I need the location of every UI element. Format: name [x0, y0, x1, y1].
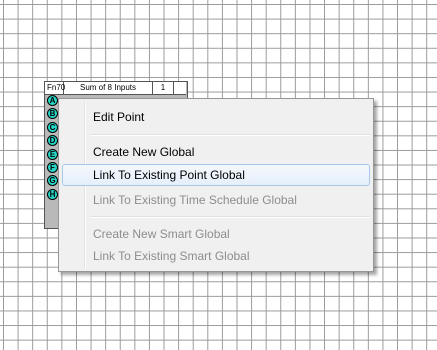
function-block-id: Fn70 — [47, 82, 66, 94]
context-menu: Edit Point Create New Global Link To Exi… — [58, 98, 374, 272]
menu-item-create-new-smart-global[interactable]: Create New Smart Global — [62, 223, 370, 245]
menu-item-link-existing-point-global[interactable]: Link To Existing Point Global — [62, 164, 370, 186]
menu-item-edit-point[interactable]: Edit Point — [62, 106, 370, 128]
function-block-header: Fn70 Sum of 8 Inputs 1 — [45, 82, 186, 95]
function-block-count: 1 — [153, 82, 174, 94]
input-c[interactable]: C — [47, 121, 58, 133]
menu-item-link-existing-smart-global[interactable]: Link To Existing Smart Global — [62, 245, 370, 267]
menu-item-link-existing-time-schedule-global[interactable]: Link To Existing Time Schedule Global — [62, 189, 370, 211]
menu-item-create-new-global[interactable]: Create New Global — [62, 141, 370, 163]
input-h[interactable]: H — [47, 188, 58, 200]
input-f[interactable]: F — [47, 161, 58, 173]
input-e[interactable]: E — [47, 148, 58, 160]
input-a[interactable]: A — [47, 95, 58, 106]
input-g[interactable]: G — [47, 175, 58, 187]
input-d[interactable]: D — [47, 135, 58, 147]
input-b[interactable]: B — [47, 108, 58, 120]
menu-separator — [90, 216, 370, 218]
menu-separator — [90, 134, 370, 136]
function-block-name: Sum of 8 Inputs — [64, 82, 153, 94]
